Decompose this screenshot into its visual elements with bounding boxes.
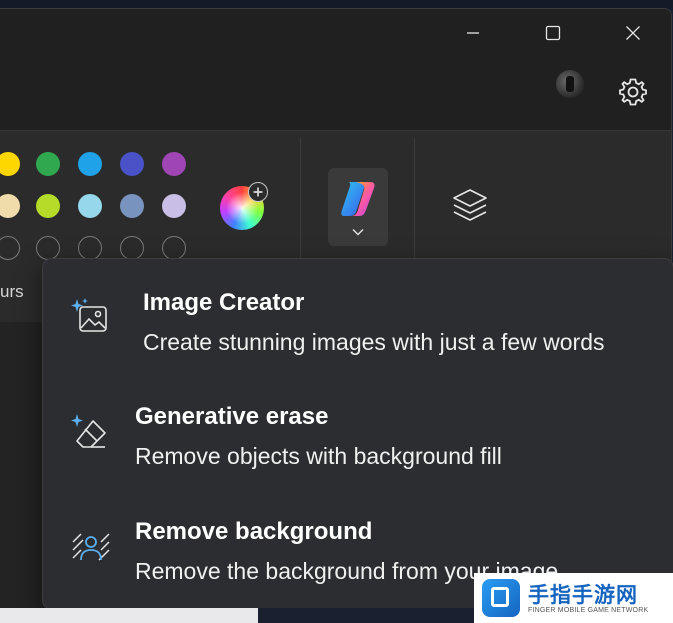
menu-item-title: Generative erase <box>135 403 329 430</box>
maximize-icon <box>545 25 561 41</box>
plus-icon <box>248 182 268 202</box>
layers-icon[interactable] <box>450 186 490 226</box>
gear-icon[interactable] <box>617 76 649 108</box>
watermark-subtitle: FINGER MOBILE GAME NETWORK <box>528 606 649 614</box>
watermark: 手指手游网 FINGER MOBILE GAME NETWORK <box>474 573 673 623</box>
ribbon-divider <box>414 138 415 258</box>
menu-item-description: Create stunning images with just a few w… <box>143 329 605 355</box>
colour-swatch[interactable] <box>162 194 186 218</box>
canvas-area[interactable] <box>0 322 42 608</box>
colour-swatch[interactable] <box>78 194 102 218</box>
menu-item-title: Remove background <box>135 518 373 545</box>
image-sparkle-icon <box>71 298 107 332</box>
colour-swatch[interactable] <box>120 194 144 218</box>
remove-background-icon <box>72 533 110 561</box>
colour-swatch[interactable] <box>120 152 144 176</box>
colours-group-label: urs <box>0 282 24 301</box>
title-bar <box>0 9 671 59</box>
menu-item-generative-erase[interactable]: Generative erase Remove objects with bac… <box>43 389 673 499</box>
custom-colour-slot[interactable] <box>78 236 102 260</box>
custom-colour-slot[interactable] <box>162 236 186 260</box>
colour-swatch[interactable] <box>78 152 102 176</box>
colour-swatch[interactable] <box>36 194 60 218</box>
eraser-sparkle-icon <box>71 414 106 448</box>
custom-colour-slot[interactable] <box>120 236 144 260</box>
desktop-background <box>258 608 474 623</box>
menu-item-image-creator[interactable]: Image Creator Create stunning images wit… <box>43 273 673 383</box>
watermark-logo <box>482 579 520 617</box>
close-icon <box>626 26 640 40</box>
avatar[interactable] <box>556 70 584 98</box>
maximize-button[interactable] <box>532 17 574 49</box>
copilot-button[interactable] <box>328 168 388 246</box>
menu-item-description: Remove objects with background fill <box>135 443 502 469</box>
copilot-menu: Image Creator Create stunning images wit… <box>42 258 673 610</box>
ribbon-divider <box>300 138 301 258</box>
custom-colour-slot[interactable] <box>36 236 60 260</box>
minimize-icon <box>467 32 479 34</box>
copilot-icon <box>341 182 375 216</box>
minimize-button[interactable] <box>452 17 494 49</box>
colour-swatch[interactable] <box>162 152 186 176</box>
colour-swatch[interactable] <box>36 152 60 176</box>
close-button[interactable] <box>612 17 654 49</box>
menu-item-title: Image Creator <box>143 289 305 316</box>
watermark-title: 手指手游网 <box>528 582 638 607</box>
chevron-down-icon <box>352 229 364 236</box>
